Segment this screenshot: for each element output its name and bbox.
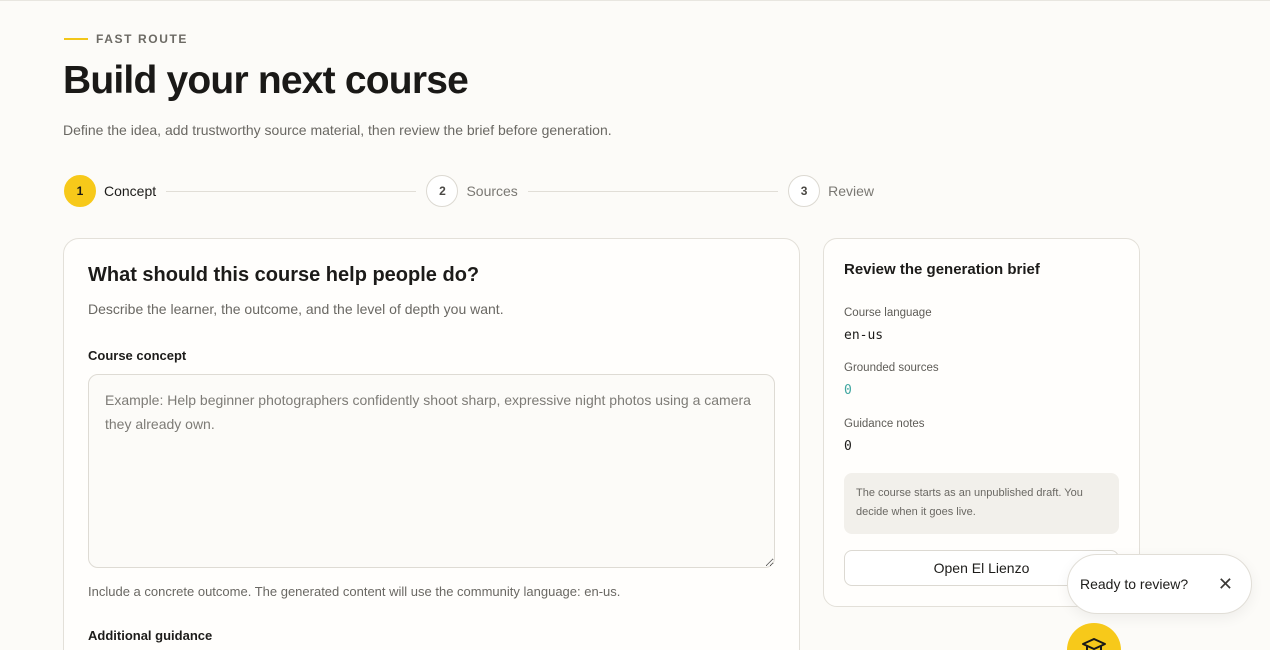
step-sources[interactable]: 2 Sources [426, 175, 518, 207]
stepper: 1 Concept 2 Sources 3 Review [64, 175, 874, 207]
grounded-sources-value: 0 [844, 383, 852, 398]
toast-text: Ready to review? [1080, 576, 1189, 592]
close-icon[interactable]: ✕ [1218, 575, 1233, 593]
course-concept-label: Course concept [88, 348, 187, 363]
concept-description: Describe the learner, the outcome, and t… [88, 301, 504, 317]
step-connector [166, 190, 417, 192]
course-concept-input[interactable] [88, 374, 775, 568]
guidance-notes-value: 0 [844, 439, 852, 454]
step-label: Concept [104, 183, 157, 199]
additional-guidance-label: Additional guidance [88, 628, 213, 643]
step-review[interactable]: 3 Review [788, 175, 874, 207]
guidance-notes-label: Guidance notes [844, 418, 925, 430]
concept-heading: What should this course help people do? [88, 264, 480, 286]
step-label: Sources [466, 183, 518, 199]
step-number: 2 [426, 175, 459, 207]
step-label: Review [828, 183, 875, 199]
concept-hint: Include a concrete outcome. The generate… [88, 584, 621, 599]
concept-card: What should this course help people do? … [63, 238, 800, 650]
eyebrow: FAST ROUTE [64, 32, 188, 46]
step-connector [527, 190, 779, 192]
graduation-cap-icon [1082, 638, 1106, 650]
course-language-label: Course language [844, 307, 932, 319]
assistant-fab[interactable] [1067, 623, 1121, 650]
review-toast: Ready to review? ✕ [1067, 554, 1252, 614]
step-number: 1 [64, 175, 96, 207]
eyebrow-text: FAST ROUTE [96, 32, 189, 46]
page-subtitle: Define the idea, add trustworthy source … [63, 122, 612, 138]
grounded-sources-label: Grounded sources [844, 362, 939, 374]
eyebrow-line [64, 38, 88, 40]
step-concept[interactable]: 1 Concept [64, 175, 156, 207]
course-language-value: en-us [844, 328, 884, 343]
brief-heading: Review the generation brief [844, 261, 1040, 278]
draft-note: The course starts as an unpublished draf… [844, 473, 1119, 534]
page-title: Build your next course [63, 59, 469, 102]
step-number: 3 [788, 175, 821, 207]
brief-panel: Review the generation brief Course langu… [823, 238, 1140, 607]
